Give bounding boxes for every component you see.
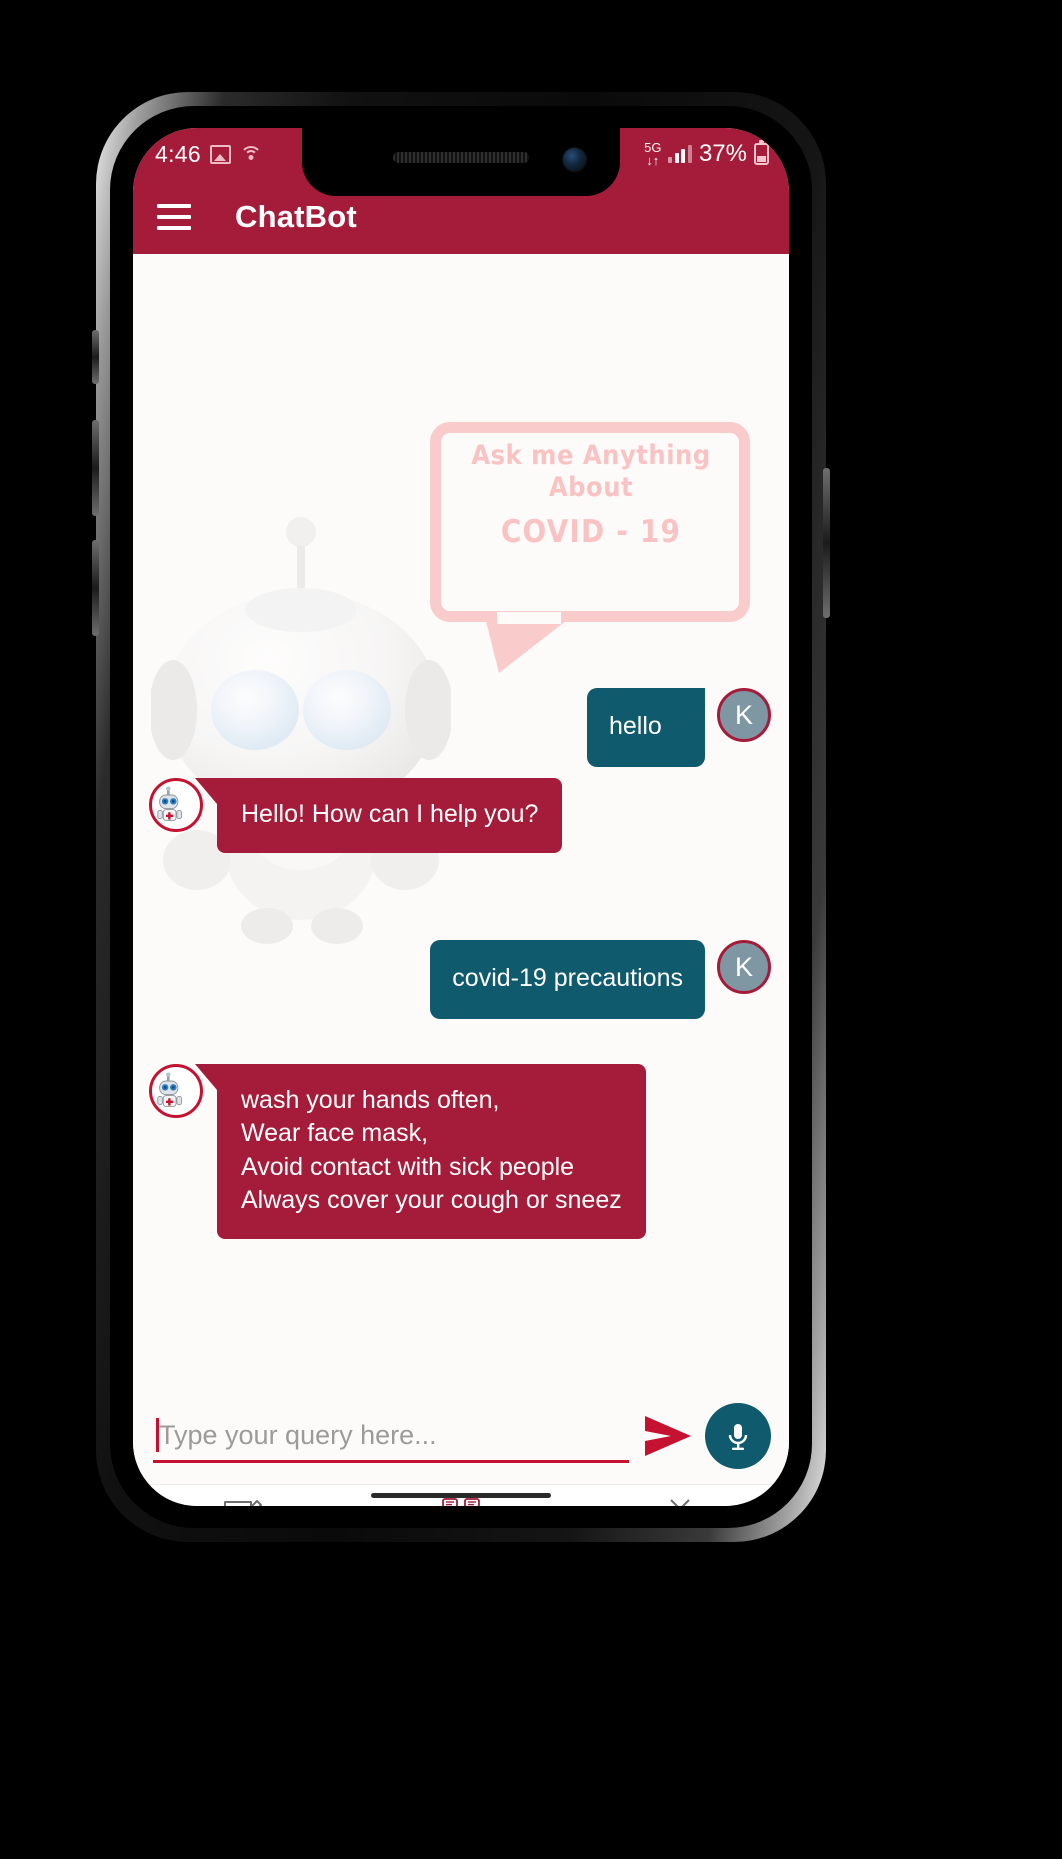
- front-camera-icon: [563, 148, 586, 171]
- message-input-bar: [133, 1388, 789, 1484]
- robot-avatar-icon: [157, 786, 182, 821]
- battery-percent: 37%: [698, 140, 747, 167]
- message-row-user-query: covid-19 precautions K: [430, 940, 771, 1019]
- network-traffic-label: ↓↑: [646, 153, 660, 168]
- message-bubble: hello: [587, 688, 705, 767]
- status-bar-left: 4:46: [133, 141, 262, 168]
- volume-up-button[interactable]: [92, 420, 99, 516]
- status-bar-right: 5G ↓↑ 37%: [644, 140, 789, 168]
- hamburger-menu-icon[interactable]: [157, 204, 191, 230]
- nav-item-chatbot[interactable]: Chat bot: [352, 1497, 571, 1506]
- avatar: K: [717, 688, 771, 742]
- send-button[interactable]: [641, 1414, 693, 1458]
- search-input[interactable]: [153, 1415, 629, 1463]
- message-row-user-hello: hello K: [587, 688, 771, 767]
- avatar: K: [717, 940, 771, 994]
- send-arrow-icon: [645, 1416, 691, 1456]
- battery-icon: [754, 140, 769, 165]
- blog-pencil-icon: [224, 1499, 263, 1506]
- screenshot-root: 4:46 5G ↓↑ 37% ChatBot Ask me Anything A…: [0, 0, 1062, 1859]
- robot-avatar-icon: [157, 1072, 182, 1107]
- voice-input-button[interactable]: [705, 1403, 771, 1469]
- message-row-bot-greeting: Hello! How can I help you?: [149, 778, 563, 854]
- notch: [302, 128, 620, 196]
- power-button[interactable]: [823, 468, 830, 618]
- chat-area[interactable]: Ask me Anything About COVID - 19 hello K: [133, 254, 789, 1388]
- image-icon: [209, 144, 231, 164]
- message-bubble: Hello! How can I help you?: [194, 778, 563, 854]
- page-title: ChatBot: [235, 199, 357, 234]
- chat-robot-icon: [442, 1497, 480, 1506]
- message-list: hello K Hello! How can I help you? covid…: [133, 254, 789, 1388]
- signal-bars-icon: [668, 145, 692, 163]
- message-row-bot-precautions: wash your hands often, Wear face mask, A…: [149, 1064, 646, 1239]
- volume-down-button[interactable]: [92, 540, 99, 636]
- live-tv-icon: [669, 1498, 690, 1506]
- status-time: 4:46: [155, 140, 201, 167]
- input-underline: [153, 1459, 629, 1463]
- wifi-icon: [239, 145, 262, 164]
- message-bubble: covid-19 precautions: [430, 940, 705, 1019]
- earpiece-speaker: [393, 152, 529, 163]
- phone-screen: 4:46 5G ↓↑ 37% ChatBot Ask me Anything A…: [133, 128, 789, 1506]
- microphone-icon: [728, 1424, 748, 1450]
- text-cursor: [156, 1417, 159, 1452]
- message-bubble: wash your hands often, Wear face mask, A…: [195, 1064, 646, 1239]
- home-indicator[interactable]: [371, 1493, 551, 1498]
- input-field-wrapper: [153, 1410, 629, 1463]
- mute-switch[interactable]: [92, 330, 99, 384]
- network-type-icon: 5G ↓↑: [644, 141, 661, 167]
